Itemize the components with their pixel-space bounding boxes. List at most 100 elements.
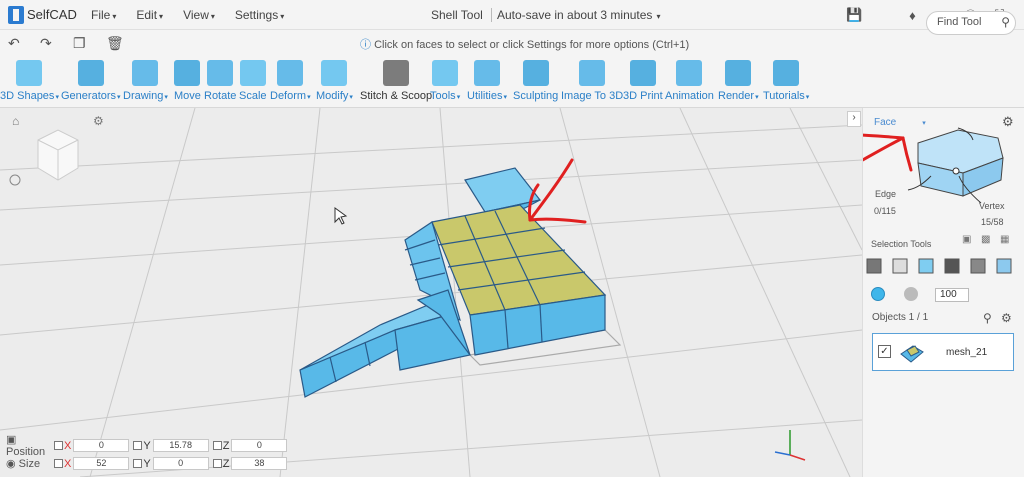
move-label: Move (174, 90, 201, 102)
position-y-field[interactable]: 15.78 (152, 439, 209, 452)
visibility-checkbox[interactable]: ✓ (878, 345, 891, 358)
tools-label: Tools (430, 90, 460, 102)
move-icon (174, 60, 201, 86)
size-label: ◉ Size (6, 457, 52, 470)
info-icon: ⓘ (360, 39, 371, 51)
brush-size-select[interactable]: 100 (935, 288, 969, 302)
tool-scale[interactable]: Scale (239, 60, 267, 106)
tutorials-icon (773, 60, 800, 86)
tool-tutorials[interactable]: Tutorials (763, 60, 809, 106)
animation-icon (676, 60, 703, 86)
size-z-lock[interactable] (212, 459, 222, 468)
menu-view[interactable]: View (183, 8, 215, 22)
copy-icon[interactable]: ❐ (73, 35, 86, 52)
select-all-icon[interactable]: ▣ (962, 234, 971, 245)
bell-icon[interactable]: ♦ (898, 6, 927, 24)
position-icon: ▣ (6, 434, 17, 446)
deform-label: Deform (270, 90, 311, 102)
tool-title: Shell Tool (431, 8, 483, 22)
autosave-status[interactable]: Auto-save in about 3 minutes (491, 8, 660, 22)
share-icon[interactable]: ⠀ (869, 6, 898, 24)
tool-stitch-scoop[interactable]: Stitch & Scoop (360, 60, 432, 106)
rotate-label: Rotate (204, 90, 237, 102)
main-toolbar: 3D ShapesGeneratorsDrawing MoveRotateScal… (0, 56, 1024, 108)
utilities-icon (473, 60, 500, 86)
menu-file[interactable]: File (91, 8, 116, 22)
drawing-icon (132, 60, 159, 86)
tool-rotate[interactable]: Rotate (204, 60, 236, 106)
tool-move[interactable]: Move (174, 60, 201, 106)
circle-brush-button[interactable] (871, 287, 885, 301)
save-icon[interactable]: 💾 (840, 6, 869, 24)
settings-view-icon: ⚙ (93, 114, 104, 128)
sphere-brush-button[interactable] (904, 287, 918, 301)
search-icon[interactable]: ⚲ (983, 311, 992, 325)
position-z-lock[interactable] (212, 441, 222, 450)
size-row: ◉ Size X 52 Y 0 Z 38 (6, 457, 289, 470)
selfcad-logo-icon (8, 5, 24, 24)
selection-mode-dropdown[interactable]: Face (874, 117, 926, 128)
size-icon: ◉ (6, 458, 16, 470)
undo-icon[interactable]: ↶ (8, 35, 20, 52)
utilities-label: Utilities (467, 90, 507, 102)
size-y-field[interactable]: 0 (152, 457, 209, 470)
tool-deform[interactable]: Deform (270, 60, 311, 106)
clear-select-icon[interactable]: ▦ (1000, 234, 1009, 245)
image-to-3d-label: Image To 3D (561, 90, 624, 102)
redo-icon[interactable]: ↷ (40, 35, 52, 52)
size-y-lock[interactable] (133, 459, 143, 468)
tool-3d-shapes[interactable]: 3D Shapes (0, 60, 59, 106)
tool-modify[interactable]: Modify (316, 60, 353, 106)
animation-label: Animation (665, 90, 714, 102)
position-y-lock[interactable] (133, 441, 143, 450)
vertex-label[interactable]: Vertex (979, 201, 1005, 211)
tool-animation[interactable]: Animation (665, 60, 714, 106)
edge-count: 0/115 (874, 206, 896, 216)
mesh-object (299, 167, 622, 398)
object-name: mesh_21 (946, 347, 988, 358)
sculpting-label: Sculpting (513, 90, 559, 102)
render-label: Render (718, 90, 759, 102)
tool-tools[interactable]: Tools (430, 60, 460, 106)
position-label: ▣ Position (6, 433, 52, 458)
position-z-field[interactable]: 0 (231, 439, 288, 452)
object-list-item[interactable]: ✓ mesh_21 (872, 333, 1014, 371)
menu-edit[interactable]: Edit (136, 8, 163, 22)
3d-print-label: 3D Print (623, 90, 663, 102)
hint-text: ⓘ Click on faces to select or click Sett… (360, 36, 689, 52)
search-icon[interactable]: ⚲ (1001, 15, 1010, 29)
tool-render[interactable]: Render (718, 60, 759, 106)
size-z-field[interactable]: 38 (231, 457, 288, 470)
tool-generators[interactable]: Generators (61, 60, 121, 106)
tool-drawing[interactable]: Drawing (123, 60, 168, 106)
position-x-lock[interactable] (54, 441, 63, 450)
panel-collapse-button[interactable]: › (847, 111, 861, 127)
invert-select-icon[interactable]: ▩ (981, 234, 990, 245)
stitch-scoop-icon (383, 60, 410, 86)
rotate-icon (207, 60, 234, 86)
sculpting-icon (522, 60, 549, 86)
panel-settings-icon[interactable]: ⚙ (1002, 114, 1014, 130)
3d-viewport[interactable]: ⌂ ⚙ ▣ Position X 0 Y 15.78 Z 0 ◉ Size X … (0, 108, 862, 477)
size-x-field[interactable]: 52 (73, 457, 130, 470)
selection-tools-title: Selection Tools (871, 239, 932, 249)
menu-settings[interactable]: Settings (235, 8, 284, 22)
size-text: Size (18, 458, 41, 470)
action-bar: ↶ ↷ ❐ 🗑 ⓘ Click on faces to select or cl… (0, 30, 1024, 56)
position-x-field[interactable]: 0 (73, 439, 130, 452)
axis-x-label: X (64, 439, 72, 452)
objects-title: Objects 1 / 1 (872, 312, 929, 323)
edge-label[interactable]: Edge (875, 189, 896, 199)
delete-icon[interactable]: 🗑 (106, 35, 124, 52)
tool-utilities[interactable]: Utilities (467, 60, 507, 106)
app-logo[interactable]: SelfCAD (0, 5, 82, 24)
size-x-lock[interactable] (54, 459, 63, 468)
tool-image-to-3d[interactable]: Image To 3D (561, 60, 623, 106)
scene: ⌂ ⚙ (0, 108, 862, 477)
tool-3d-print[interactable]: 3D Print (623, 60, 663, 106)
mouse-cursor (334, 207, 348, 225)
deform-icon (277, 60, 304, 86)
gear-icon[interactable]: ⚙ (1001, 311, 1012, 325)
tool-sculpting[interactable]: Sculpting (513, 60, 558, 106)
mesh-thumbnail-icon (900, 345, 924, 363)
